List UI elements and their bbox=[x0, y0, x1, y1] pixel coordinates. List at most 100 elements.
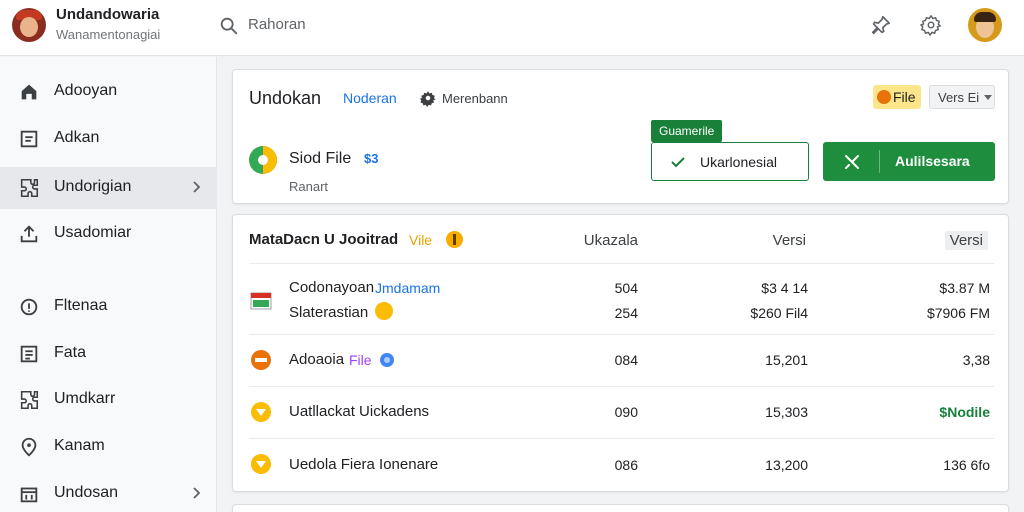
row-value: $7906 FM bbox=[926, 305, 990, 321]
column-header[interactable]: Versi bbox=[773, 232, 806, 249]
row-name: Uedola Fiera Ionenare bbox=[289, 456, 439, 473]
sidebar-item-label: Adooyan bbox=[54, 82, 118, 99]
gear-icon[interactable] bbox=[920, 14, 942, 36]
sidebar-item-fata[interactable]: Fata bbox=[0, 333, 217, 375]
tooltip: Guamerile bbox=[651, 120, 723, 142]
confirm-button-label: Ukarlonesial bbox=[700, 154, 778, 170]
search-icon[interactable] bbox=[218, 15, 240, 37]
row-value: 254 bbox=[614, 305, 638, 321]
table-title: MataDacn U Jooitrad bbox=[249, 231, 399, 248]
user-avatar[interactable] bbox=[968, 8, 1002, 42]
version-select[interactable]: Vers Ei bbox=[929, 85, 995, 109]
sidebar-item-label: Umdkarr bbox=[54, 390, 116, 407]
top-bar: Undandowaria Wanamentonagiai Rahoran bbox=[0, 0, 1024, 56]
upload-icon bbox=[20, 225, 38, 243]
sidebar-item-label: Undosan bbox=[54, 484, 119, 501]
row-value: $3 4 14 bbox=[761, 280, 808, 296]
row-value: 15,303 bbox=[765, 404, 808, 420]
row-name: Uatllackat Uickadens bbox=[289, 403, 430, 420]
list-icon bbox=[20, 345, 38, 363]
row-value: 090 bbox=[614, 404, 638, 420]
row-value: 136 6fo bbox=[943, 457, 990, 473]
row-name: Adoaoia bbox=[289, 351, 345, 368]
confirm-button[interactable]: Ukarlonesial bbox=[651, 142, 809, 181]
sidebar-item-label: Adkan bbox=[54, 129, 100, 146]
file-chip-label: File bbox=[893, 89, 916, 105]
table-title-accent: Vile bbox=[409, 232, 433, 248]
globe-icon bbox=[380, 353, 394, 367]
column-header[interactable]: Versi bbox=[944, 231, 988, 250]
row-status: $Nodile bbox=[939, 404, 990, 420]
check-icon bbox=[671, 157, 685, 168]
sidebar-item-label: Fltenaa bbox=[54, 297, 108, 314]
settings-icon[interactable] bbox=[419, 89, 437, 107]
info-icon bbox=[20, 298, 38, 316]
next-card bbox=[232, 504, 1009, 512]
document-icon bbox=[20, 130, 38, 148]
row-value: $3.87 M bbox=[939, 280, 990, 296]
row-value: 15,201 bbox=[765, 352, 808, 368]
table-row[interactable]: Uedola Fiera Ionenare 086 13,200 136 6fo bbox=[233, 439, 1010, 489]
sidebar-item-undosan[interactable]: Undosan bbox=[0, 473, 217, 512]
home-icon bbox=[21, 84, 37, 100]
row-value: 3,38 bbox=[962, 352, 990, 368]
table-row[interactable]: Uatllackat Uickadens 090 15,303 $Nodile bbox=[233, 387, 1010, 437]
row-value: 504 bbox=[614, 280, 638, 296]
sidebar-item-adooyan[interactable]: Adooyan bbox=[0, 71, 217, 113]
sidebar-item-label: Fata bbox=[54, 344, 87, 361]
file-dot-icon bbox=[877, 90, 891, 104]
sidebar-item-undorigian[interactable]: Undorigian bbox=[0, 167, 217, 209]
sidebar-item-adkan[interactable]: Adkan bbox=[0, 118, 217, 160]
table-row[interactable]: Adoaoia File 084 15,201 3,38 bbox=[233, 335, 1010, 385]
version-select-value: Vers Ei bbox=[938, 90, 980, 105]
chevron-down-icon bbox=[984, 95, 992, 100]
blocked-icon bbox=[251, 350, 271, 370]
sidebar-item-label: Usadomiar bbox=[54, 224, 132, 241]
chevron-right-icon bbox=[193, 487, 201, 499]
row-value: 084 bbox=[614, 352, 638, 368]
card-link[interactable]: Noderan bbox=[343, 90, 397, 106]
row-name: Codonayoan bbox=[289, 279, 375, 296]
pin-icon[interactable] bbox=[870, 14, 892, 36]
file-subtitle: Ranart bbox=[289, 179, 329, 194]
row-tag: File bbox=[349, 352, 372, 368]
search-input[interactable]: Rahoran bbox=[248, 16, 306, 33]
tools-icon bbox=[845, 155, 859, 169]
file-chip[interactable]: File bbox=[873, 85, 921, 109]
primary-action-label: Aulilsesara bbox=[895, 153, 970, 169]
shield-icon bbox=[251, 454, 271, 474]
sidebar-item-usadomiar[interactable]: Usadomiar bbox=[0, 213, 217, 255]
sidebar-item-label: Kanam bbox=[54, 437, 105, 454]
brand-avatar[interactable] bbox=[12, 8, 46, 42]
settings-label[interactable]: Merenbann bbox=[442, 91, 508, 106]
row-value: $260 Fil4 bbox=[750, 305, 808, 321]
chevron-right-icon bbox=[193, 181, 201, 193]
sheet-icon bbox=[250, 292, 272, 310]
sidebar: Adooyan Adkan Undorigian Usadomiar Flten… bbox=[0, 57, 217, 512]
row-value: 086 bbox=[614, 457, 638, 473]
row-name-secondary: Slaterastian bbox=[289, 304, 369, 321]
calendar-icon bbox=[20, 487, 38, 503]
sidebar-item-kanam[interactable]: Kanam bbox=[0, 426, 217, 468]
app-subtitle: Wanamentonagiai bbox=[56, 27, 161, 42]
primary-action-button[interactable]: Aulilsesara bbox=[823, 142, 995, 181]
sidebar-item-label: Undorigian bbox=[54, 178, 132, 195]
puzzle-icon bbox=[20, 390, 39, 410]
column-header[interactable]: Ukazala bbox=[584, 232, 638, 249]
card-title: Undokan bbox=[249, 88, 322, 108]
location-icon bbox=[21, 437, 37, 457]
warning-icon bbox=[446, 231, 463, 248]
file-card: Undokan Noderan Merenbann File Vers Ei S… bbox=[232, 69, 1009, 204]
table-row[interactable]: Codonayoan Jmdamam Slaterastian 504 254 … bbox=[233, 271, 1010, 333]
files-table-card: MataDacn U Jooitrad Vile Ukazala Versi V… bbox=[232, 214, 1009, 492]
shield-icon bbox=[251, 402, 271, 422]
badge-icon bbox=[375, 302, 393, 320]
file-name: Siod File bbox=[289, 150, 352, 167]
puzzle-icon bbox=[20, 178, 39, 198]
row-value: 13,200 bbox=[765, 457, 808, 473]
app-title: Undandowaria bbox=[56, 6, 160, 23]
file-badge: $3 bbox=[364, 151, 379, 166]
sidebar-item-umdkarr[interactable]: Umdkarr bbox=[0, 379, 217, 421]
sidebar-item-fltenaa[interactable]: Fltenaa bbox=[0, 286, 217, 328]
row-tag: Jmdamam bbox=[375, 280, 441, 296]
